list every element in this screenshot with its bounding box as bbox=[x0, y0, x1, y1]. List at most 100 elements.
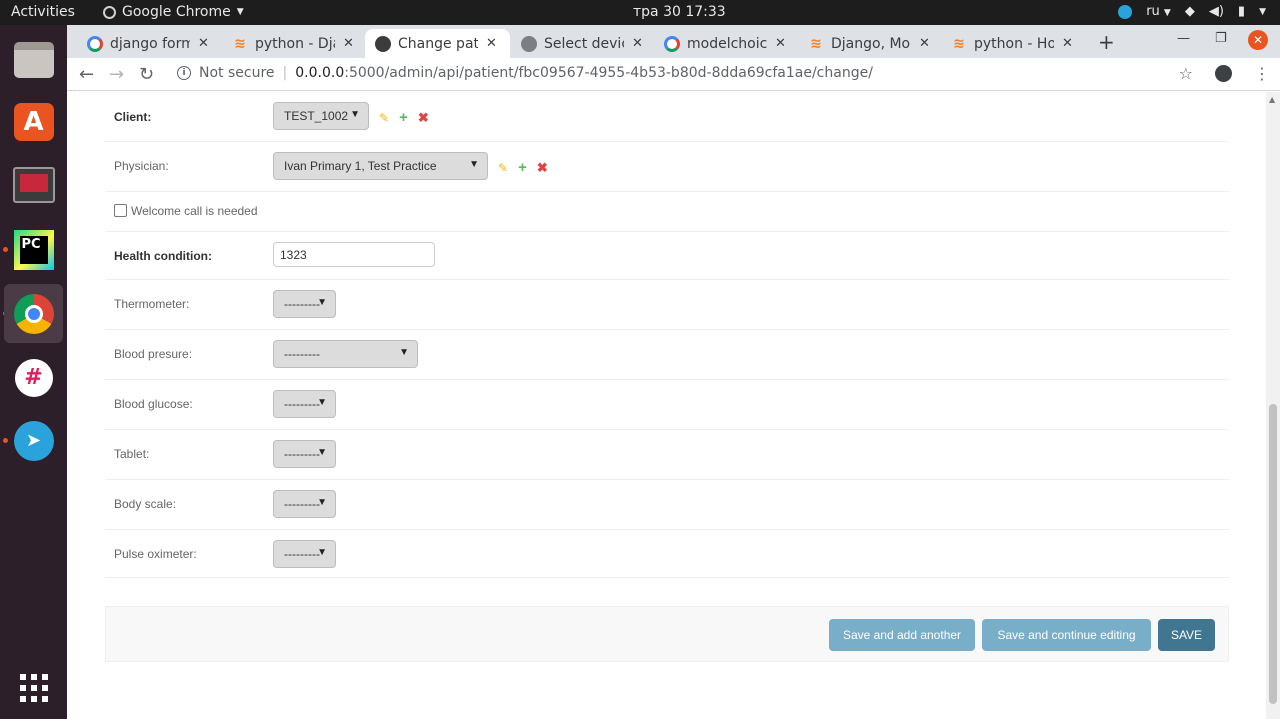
delete-x-icon[interactable]: ✖ bbox=[418, 110, 429, 126]
tab-modelchoice[interactable]: modelchoice ✕ bbox=[654, 29, 797, 58]
blood-pressure-select[interactable]: --------- ▼ bbox=[273, 340, 418, 368]
address-bar[interactable]: i Not secure | 0.0.0.0:5000/admin/api/pa… bbox=[177, 65, 873, 81]
client-select-value: TEST_1002 bbox=[284, 109, 349, 123]
add-plus-icon[interactable]: + bbox=[399, 109, 408, 126]
body-scale-label: Body scale: bbox=[114, 497, 177, 511]
tab-python-how[interactable]: ≋ python - How ✕ bbox=[941, 29, 1084, 58]
form-row-blood-pressure: Blood presure: --------- ▼ bbox=[105, 330, 1229, 380]
form-row-blood-glucose: Blood glucose: --------- ▼ bbox=[105, 380, 1229, 430]
delete-x-icon[interactable]: ✖ bbox=[537, 160, 548, 176]
welcome-call-label[interactable]: Welcome call is needed bbox=[131, 204, 258, 218]
chrome-small-icon bbox=[103, 5, 116, 19]
tab-python-django[interactable]: ≋ python - Djan ✕ bbox=[222, 29, 365, 58]
url-path: :5000/admin/api/patient/fbc09567-4955-4b… bbox=[344, 65, 873, 81]
close-icon[interactable]: ✕ bbox=[775, 36, 786, 51]
scrollbar-thumb[interactable] bbox=[1269, 404, 1277, 704]
body-scale-select[interactable]: --------- ▼ bbox=[273, 490, 336, 518]
physician-select[interactable]: Ivan Primary 1, Test Practice ▼ bbox=[273, 152, 488, 180]
dock-chrome[interactable] bbox=[4, 284, 63, 343]
language-indicator[interactable]: ru ▼ bbox=[1146, 4, 1171, 19]
tab-title: Select device bbox=[544, 35, 624, 52]
dock-terminal[interactable] bbox=[4, 155, 63, 214]
tab-django-model[interactable]: ≋ Django, Mod ✕ bbox=[798, 29, 941, 58]
blood-pressure-label: Blood presure: bbox=[114, 347, 193, 361]
system-tray[interactable]: ru ▼ ◆ ◀) ▮ ▼ bbox=[1118, 4, 1266, 19]
info-icon[interactable]: i bbox=[177, 66, 191, 80]
page-scrollbar[interactable]: ▲ bbox=[1266, 92, 1280, 719]
clock[interactable]: тра 30 17:33 bbox=[633, 4, 726, 20]
tab-change-patient[interactable]: Change patie ✕ bbox=[365, 29, 510, 58]
close-icon[interactable]: ✕ bbox=[486, 36, 497, 51]
wifi-icon[interactable]: ◆ bbox=[1185, 4, 1195, 19]
battery-icon[interactable]: ▮ bbox=[1238, 4, 1245, 19]
show-applications[interactable] bbox=[4, 658, 63, 717]
back-button[interactable]: ← bbox=[79, 64, 94, 85]
tablet-select[interactable]: --------- ▼ bbox=[273, 440, 336, 468]
caret-down-icon[interactable]: ▼ bbox=[1259, 7, 1266, 17]
tab-title: python - Djan bbox=[255, 35, 335, 52]
close-icon[interactable]: ✕ bbox=[343, 36, 354, 51]
reload-button[interactable]: ↻ bbox=[139, 64, 154, 85]
volume-icon[interactable]: ◀) bbox=[1209, 4, 1224, 19]
terminal-icon bbox=[12, 166, 55, 203]
add-plus-icon[interactable]: + bbox=[518, 159, 527, 176]
client-related-actions: ✎ + ✖ bbox=[379, 109, 429, 126]
health-condition-label: Health condition: bbox=[114, 249, 212, 263]
telegram-tray-icon[interactable] bbox=[1118, 4, 1133, 19]
app-grid-icon bbox=[19, 673, 48, 702]
save-and-continue-button[interactable]: Save and continue editing bbox=[982, 619, 1151, 651]
dock-slack[interactable]: # bbox=[4, 348, 63, 407]
stackoverflow-icon: ≋ bbox=[810, 35, 822, 52]
tab-django-forms[interactable]: django forms ✕ bbox=[77, 29, 220, 58]
thermometer-select-value: --------- bbox=[284, 297, 320, 311]
software-store-icon: A bbox=[13, 102, 54, 141]
google-icon bbox=[87, 35, 103, 52]
activities-button[interactable]: Activities bbox=[11, 4, 75, 20]
dock-pycharm[interactable]: PC bbox=[4, 220, 63, 279]
account-icon[interactable] bbox=[1215, 65, 1232, 82]
caret-down-icon: ▼ bbox=[236, 7, 244, 17]
language-label: ru bbox=[1146, 4, 1160, 19]
form-row-tablet: Tablet: --------- ▼ bbox=[105, 430, 1229, 480]
close-icon[interactable]: ✕ bbox=[919, 36, 930, 51]
stackoverflow-icon: ≋ bbox=[234, 35, 246, 52]
scroll-up-icon[interactable]: ▲ bbox=[1269, 95, 1275, 104]
physician-select-value: Ivan Primary 1, Test Practice bbox=[284, 159, 437, 173]
welcome-call-checkbox[interactable] bbox=[114, 204, 127, 217]
maximize-button[interactable]: ❐ bbox=[1215, 31, 1227, 46]
pycharm-icon: PC bbox=[13, 229, 54, 270]
tab-select-device[interactable]: Select device ✕ bbox=[511, 29, 654, 58]
pulse-oximeter-select-value: --------- bbox=[284, 547, 320, 561]
dock-telegram[interactable]: ➤ bbox=[4, 411, 63, 470]
close-icon[interactable]: ✕ bbox=[1062, 36, 1073, 51]
security-label: Not secure bbox=[199, 65, 275, 81]
bookmark-star-icon[interactable]: ☆ bbox=[1179, 64, 1193, 83]
save-button[interactable]: SAVE bbox=[1158, 619, 1215, 651]
close-icon[interactable]: ✕ bbox=[198, 36, 209, 51]
dock-files[interactable] bbox=[4, 30, 63, 89]
health-condition-input[interactable]: 1323 bbox=[273, 242, 435, 267]
dock: A PC # ➤ bbox=[0, 25, 67, 719]
physician-related-actions: ✎ + ✖ bbox=[498, 159, 548, 176]
edit-pencil-icon[interactable]: ✎ bbox=[498, 161, 508, 175]
pulse-oximeter-select[interactable]: --------- ▼ bbox=[273, 540, 336, 568]
chevron-down-icon: ▼ bbox=[317, 447, 327, 458]
admin-change-form: Client: TEST_1002 ▼ ✎ + ✖ Physician: Ivan… bbox=[67, 92, 1266, 719]
new-tab-button[interactable]: + bbox=[1098, 30, 1115, 54]
client-select[interactable]: TEST_1002 ▼ bbox=[273, 102, 369, 130]
menu-kebab-icon[interactable]: ⋮ bbox=[1254, 64, 1270, 83]
system-top-bar: Activities Google Chrome ▼ тра 30 17:33 … bbox=[0, 0, 1280, 25]
chevron-down-icon: ▼ bbox=[469, 159, 479, 170]
close-icon[interactable]: ✕ bbox=[632, 36, 643, 51]
blood-glucose-select-value: --------- bbox=[284, 397, 320, 411]
minimize-button[interactable]: — bbox=[1177, 31, 1190, 46]
dock-software[interactable]: A bbox=[4, 92, 63, 151]
forward-button[interactable]: → bbox=[109, 64, 124, 85]
thermometer-select[interactable]: --------- ▼ bbox=[273, 290, 336, 318]
edit-pencil-icon[interactable]: ✎ bbox=[379, 111, 389, 125]
blood-glucose-select[interactable]: --------- ▼ bbox=[273, 390, 336, 418]
pulse-oximeter-label: Pulse oximeter: bbox=[114, 547, 197, 561]
app-menu[interactable]: Google Chrome ▼ bbox=[103, 4, 244, 20]
window-close-button[interactable]: ✕ bbox=[1248, 30, 1268, 50]
save-and-add-another-button[interactable]: Save and add another bbox=[829, 619, 975, 651]
